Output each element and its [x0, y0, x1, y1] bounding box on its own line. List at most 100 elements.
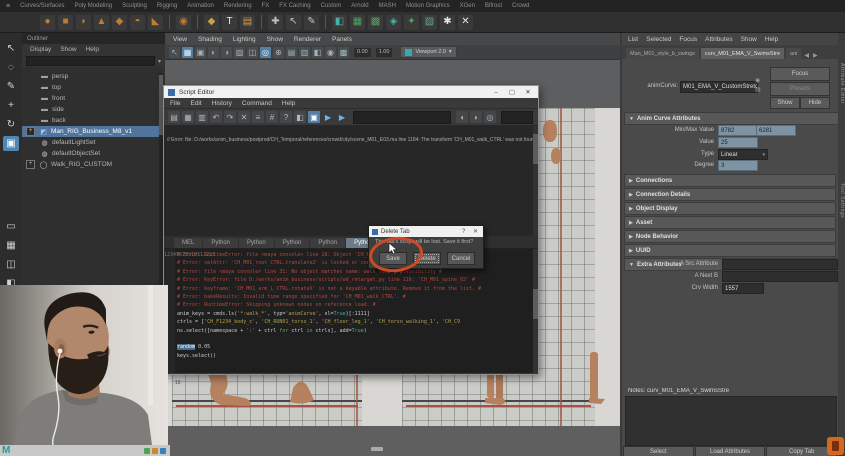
outliner-item[interactable]: ◍defaultLightSet [22, 137, 165, 148]
attribute-editor-menu[interactable]: Show [741, 36, 757, 43]
maximize-button[interactable]: ▢ [506, 88, 518, 96]
viewport-menu[interactable]: Shading [198, 36, 222, 43]
curves-icon[interactable]: ◆ [204, 15, 219, 30]
script-tab-python[interactable]: Python [203, 238, 238, 248]
poly-sphere-icon[interactable]: ● [40, 15, 55, 30]
script-tab-mel[interactable]: MEL [174, 238, 202, 248]
poly-cylinder-icon[interactable]: ◗ [76, 15, 91, 30]
outliner-item[interactable]: ▬front [22, 93, 165, 104]
tooltip-help-icon[interactable]: ? [280, 111, 292, 123]
minimize-button[interactable]: – [490, 89, 502, 96]
shelf-tab[interactable]: Sculpting [122, 3, 147, 9]
mash-distribute-icon[interactable]: ▦ [350, 15, 365, 30]
viewport-menu[interactable]: View [173, 36, 187, 43]
type-tool-icon[interactable]: T [222, 15, 237, 30]
shelf-tab[interactable]: Rendering [224, 3, 252, 9]
viewport-end-field[interactable]: 1.00 [376, 48, 393, 57]
shelf-tab[interactable]: Bifrost [485, 3, 502, 9]
script-editor-menu[interactable]: Edit [190, 100, 201, 107]
move-tool-icon[interactable]: + [3, 98, 19, 113]
shelf-tab[interactable]: Motion Graphics [406, 3, 450, 9]
open-script-icon[interactable]: ▦ [182, 111, 194, 123]
show-button[interactable]: Show [770, 97, 800, 109]
history-mel-icon[interactable]: ◧ [294, 111, 306, 123]
attribute-editor-menu[interactable]: Focus [679, 36, 697, 43]
tab-scroll-left-icon[interactable]: ◀ [803, 52, 810, 59]
attribute-editor-menu[interactable]: List [628, 36, 638, 43]
node-name-field[interactable]: M01_EMA_V_CustomStretch_R02 [680, 81, 758, 93]
vp-resolution-icon[interactable]: ◉ [325, 47, 336, 58]
vp-light-icon[interactable]: ◐ [208, 47, 219, 58]
poly-torus-icon[interactable]: ◓ [130, 15, 145, 30]
shelf-tab[interactable]: Custom [321, 3, 342, 9]
outliner-item[interactable]: ▬back [22, 115, 165, 126]
shelf-tab[interactable]: Arnold [351, 3, 368, 9]
viewport-start-field[interactable]: 0.00 [354, 48, 371, 57]
vp-select-icon[interactable]: ↖ [169, 47, 180, 58]
shelf-tab[interactable]: Poly Modeling [74, 3, 112, 9]
outliner-item[interactable]: +◯Walk_RIG_CUSTOM [22, 159, 165, 170]
save-script-icon[interactable]: ▥ [196, 111, 208, 123]
attribute-section[interactable]: ▶Object Display [624, 202, 836, 215]
vp-grid-icon[interactable]: ▦ [182, 47, 193, 58]
script-editor-titlebar[interactable]: Script Editor – ▢ ✕ [164, 86, 538, 98]
max-value-field[interactable]: 6281 [756, 125, 796, 136]
vp-shade-icon[interactable]: ◑ [221, 47, 232, 58]
shelf-tab[interactable]: Rigging [157, 3, 177, 9]
attribute-section[interactable]: ▶Node Behavior [624, 230, 836, 243]
viewport-menu[interactable]: Lighting [233, 36, 256, 43]
sidebar-tab[interactable]: Attribute Editor [839, 63, 845, 104]
value-field[interactable]: 25 [718, 137, 758, 148]
close-button[interactable]: ✕ [522, 88, 534, 96]
poly-cone-icon[interactable]: ▲ [94, 15, 109, 30]
menu-icon[interactable]: ≡ [6, 3, 10, 10]
single-pane-layout-icon[interactable]: ▭ [3, 219, 19, 234]
script-editor-menu[interactable]: File [170, 100, 180, 107]
vp-mask-icon[interactable]: ▩ [338, 47, 349, 58]
attribute-section[interactable]: ▶UUID [624, 244, 836, 257]
expand-icon[interactable]: + [26, 127, 35, 136]
script-editor-menu[interactable]: Help [282, 100, 295, 107]
focus-button[interactable]: Focus [770, 67, 830, 81]
mash-world-icon[interactable]: ▩ [368, 15, 383, 30]
type-dropdown[interactable]: Linear ▾ [718, 149, 768, 160]
poly-pyramid-icon[interactable]: ◣ [148, 15, 163, 30]
outliner-menu[interactable]: Show [60, 46, 76, 53]
script-editor-menu[interactable]: History [212, 100, 232, 107]
outliner-item[interactable]: ▬side [22, 104, 165, 115]
outliner-item[interactable]: ▬persp [22, 71, 165, 82]
vp-isolate-icon[interactable]: ▤ [286, 47, 297, 58]
history-scroll-thumb[interactable] [533, 134, 538, 164]
redo-icon[interactable]: ↷ [224, 111, 236, 123]
viewport-menu[interactable]: Show [267, 36, 283, 43]
paint-select-tool-icon[interactable]: ✎ [3, 79, 19, 94]
outliner-menu[interactable]: Help [86, 46, 99, 53]
shelf-panel-icon[interactable]: ▤ [240, 15, 255, 30]
viewport-menu[interactable]: Panels [332, 36, 352, 43]
dialog-help-button[interactable]: ? [459, 229, 468, 235]
poly-cube-icon[interactable]: ■ [58, 15, 73, 30]
vp-joint-icon[interactable]: ⊕ [273, 47, 284, 58]
vp-xray-icon[interactable]: ◎ [260, 47, 271, 58]
outliner-menu[interactable]: Display [30, 46, 51, 53]
sidebar-tab[interactable]: Tool Settings [839, 183, 845, 218]
node-list-icon[interactable]: ▤ [754, 86, 762, 93]
shelf-tab[interactable]: FX Caching [279, 3, 310, 9]
vp-fog-icon[interactable]: ▥ [299, 47, 310, 58]
outliner-item[interactable]: +◩Man_RIG_Business_M8_v1 [22, 126, 165, 137]
footer-button[interactable]: Load Attributes [695, 446, 766, 456]
shelf-tab[interactable]: Animation [187, 3, 214, 9]
mash-color-icon[interactable]: ▧ [422, 15, 437, 30]
hide-button[interactable]: Hide [800, 97, 830, 109]
select-tool-icon[interactable]: ↖ [3, 41, 19, 56]
rotate-tool-icon[interactable]: ↻ [3, 117, 19, 132]
line-numbers-icon[interactable]: # [266, 111, 278, 123]
outliner-search-input[interactable] [26, 56, 155, 66]
clear-history-icon[interactable]: ✕ [238, 111, 250, 123]
node-tab-curv-m01-ema-v-swimsstre[interactable]: curv_M01_EMA_V_SwimsStre [701, 48, 784, 59]
shelf-tab[interactable]: XGen [460, 3, 475, 9]
attribute-section[interactable]: ▶Asset [624, 216, 836, 229]
app-icon-green[interactable] [144, 448, 150, 454]
vp-gate-icon[interactable]: ◧ [312, 47, 323, 58]
lasso-tool-icon[interactable]: ◌ [3, 60, 19, 75]
